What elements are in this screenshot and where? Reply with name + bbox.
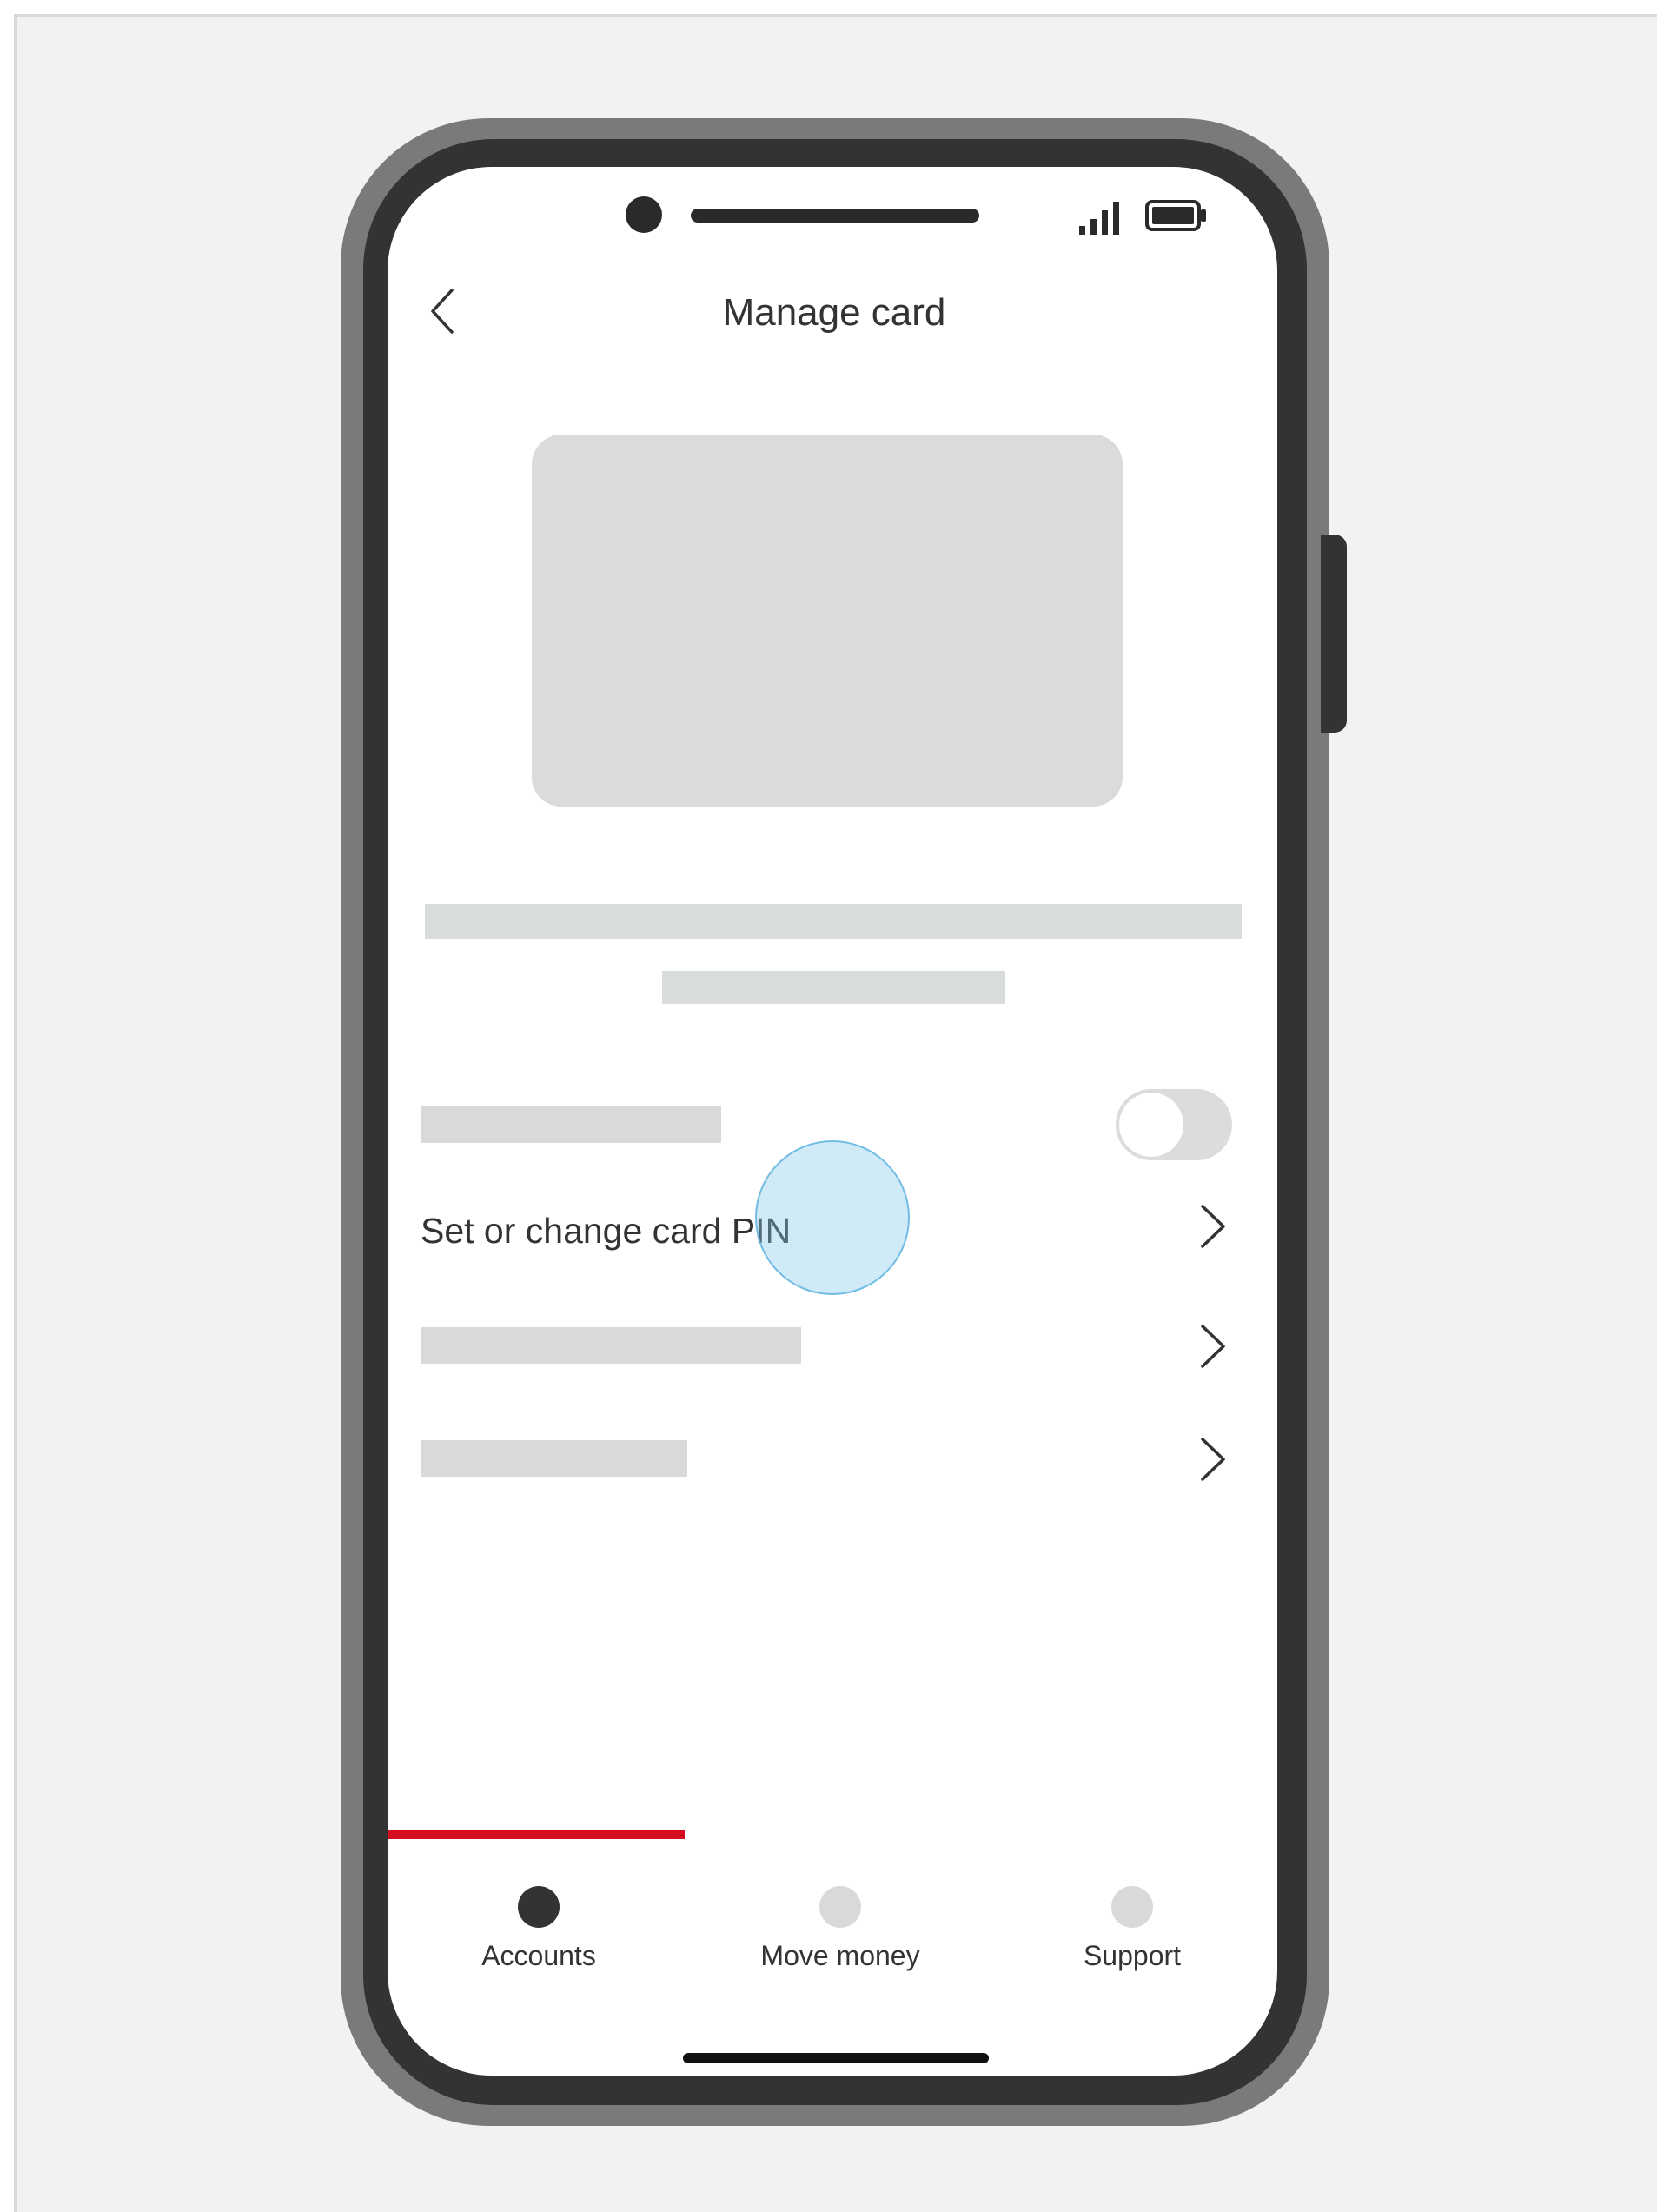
support-icon [1111, 1886, 1153, 1928]
card-image-placeholder [532, 435, 1123, 807]
earpiece-speaker [691, 209, 979, 223]
accounts-icon [518, 1886, 560, 1928]
nav-label: Accounts [481, 1940, 596, 1971]
page-title: Manage card [722, 291, 946, 334]
card-lock-toggle[interactable] [1116, 1089, 1232, 1160]
chevron-right-icon[interactable] [1199, 1323, 1227, 1370]
set-change-pin-label: Set or change card PIN [421, 1211, 792, 1251]
chevron-right-icon[interactable] [1199, 1203, 1227, 1250]
menu-row-3-label-placeholder [421, 1440, 687, 1477]
front-camera [626, 196, 662, 233]
chevron-left-icon[interactable] [426, 287, 461, 335]
nav-label: Support [1083, 1940, 1182, 1971]
move-money-icon [819, 1886, 861, 1928]
nav-item-accounts[interactable]: Accounts [426, 1886, 652, 1982]
card-name-placeholder [425, 904, 1242, 939]
nav-label: Move money [760, 1940, 920, 1971]
phone-side-button [1321, 535, 1347, 733]
active-tab-indicator [388, 1830, 685, 1839]
card-number-placeholder [662, 971, 1005, 1004]
toggle-knob [1119, 1093, 1183, 1157]
tap-indicator [755, 1140, 910, 1295]
battery-icon [1145, 200, 1206, 231]
home-indicator[interactable] [683, 2053, 989, 2063]
nav-item-move-money[interactable]: Move money [727, 1886, 953, 1982]
toggle-row-label-placeholder [421, 1106, 721, 1143]
menu-row-2-label-placeholder [421, 1327, 801, 1364]
chevron-right-icon[interactable] [1199, 1436, 1227, 1483]
nav-item-support[interactable]: Support [1019, 1886, 1245, 1982]
signal-icon [1079, 202, 1119, 235]
